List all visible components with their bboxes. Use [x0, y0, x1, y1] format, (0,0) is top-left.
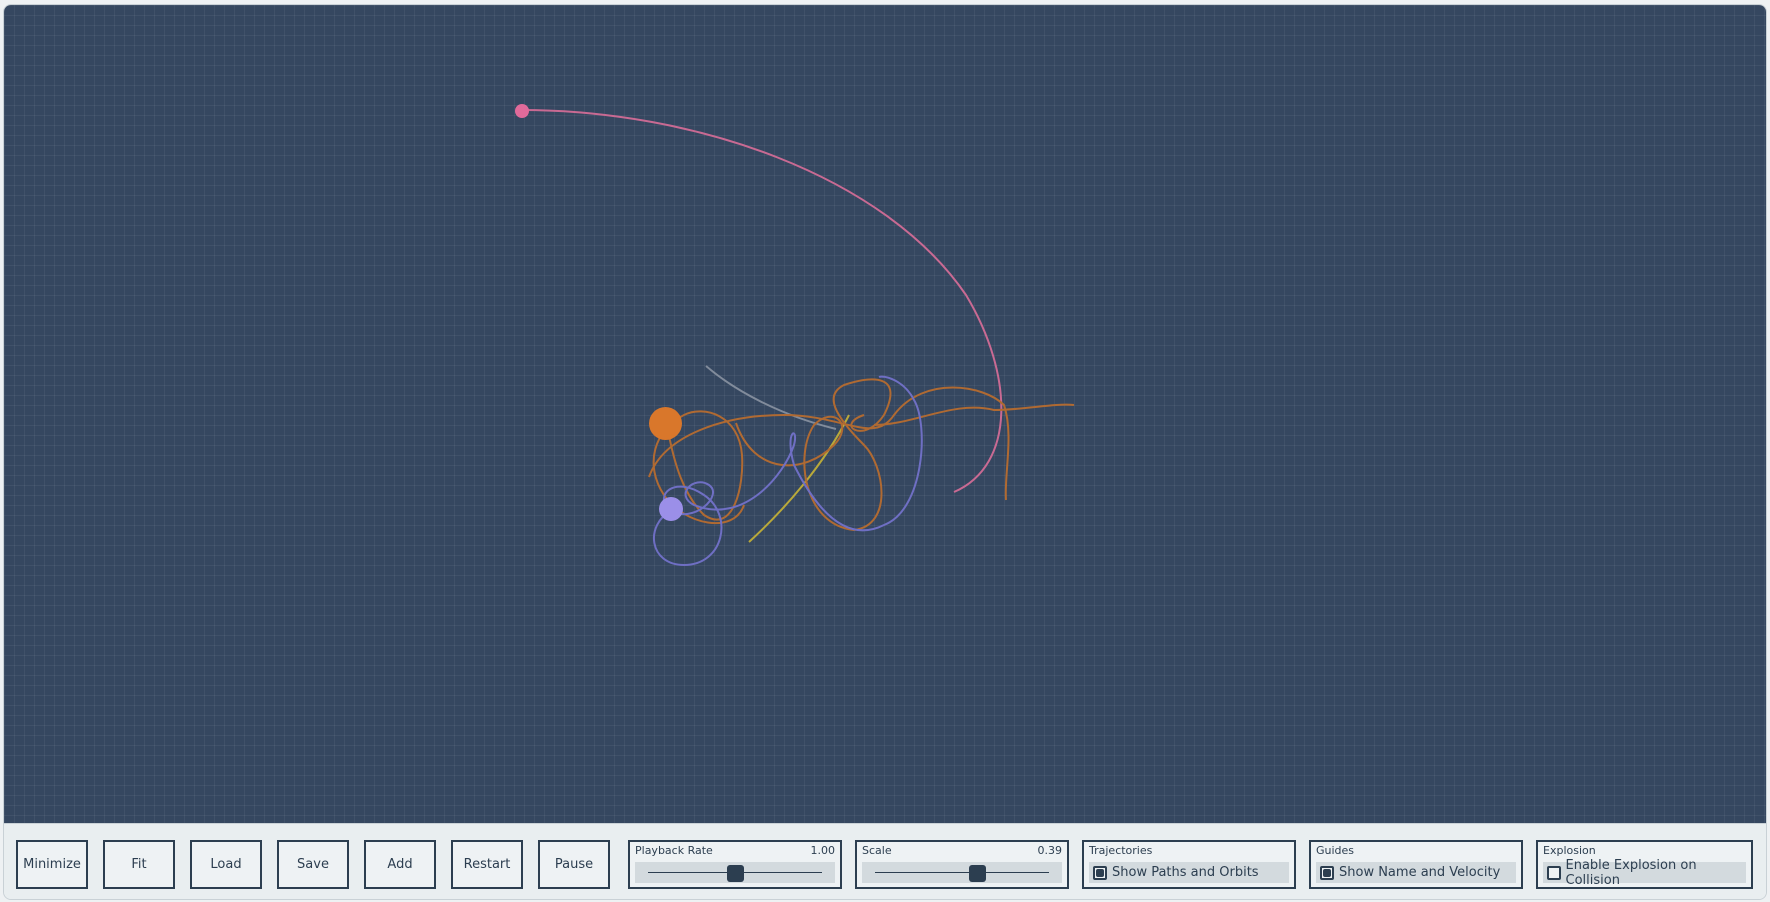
pause-button[interactable]: Pause: [538, 840, 610, 889]
trail-orange-4: [873, 403, 1075, 426]
violet-body[interactable]: [659, 497, 683, 521]
pink-body[interactable]: [515, 104, 529, 118]
restart-button[interactable]: Restart: [451, 840, 523, 889]
trail-orange-2: [735, 378, 892, 532]
explosion-checkbox[interactable]: [1547, 865, 1561, 880]
simulation-canvas[interactable]: [4, 5, 1766, 823]
trail-pink: [520, 109, 1003, 493]
explosion-label: Explosion: [1543, 844, 1596, 857]
trail-blue-1: [652, 375, 923, 567]
trajectories-panel: Trajectories Show Paths and Orbits: [1082, 840, 1296, 889]
playback-rate-value: 1.00: [810, 844, 836, 857]
trajectories-option[interactable]: Show Paths and Orbits: [1089, 862, 1289, 883]
app-frame: Minimize Fit Load Save Add Restart Pause…: [3, 4, 1767, 900]
trajectories-option-label: Show Paths and Orbits: [1112, 865, 1259, 880]
control-toolbar: Minimize Fit Load Save Add Restart Pause…: [4, 823, 1766, 899]
guides-checkbox[interactable]: [1320, 865, 1334, 880]
scale-thumb[interactable]: [969, 865, 987, 882]
trajectories-label: Trajectories: [1089, 844, 1153, 857]
explosion-panel: Explosion Enable Explosion on Collision: [1536, 840, 1753, 889]
scale-value: 0.39: [1037, 844, 1063, 857]
load-button[interactable]: Load: [190, 840, 262, 889]
guides-label: Guides: [1316, 844, 1355, 857]
fit-button[interactable]: Fit: [103, 840, 175, 889]
guides-option[interactable]: Show Name and Velocity: [1316, 862, 1516, 883]
orange-body[interactable]: [649, 407, 682, 440]
playback-rate-slider[interactable]: [635, 862, 835, 883]
guides-option-label: Show Name and Velocity: [1339, 865, 1501, 880]
explosion-option-label: Enable Explosion on Collision: [1565, 857, 1697, 888]
save-button[interactable]: Save: [277, 840, 349, 889]
playback-rate-label: Playback Rate: [635, 844, 713, 857]
trajectory-layer: [520, 109, 1075, 567]
guides-panel: Guides Show Name and Velocity: [1309, 840, 1523, 889]
explosion-option[interactable]: Enable Explosion on Collision: [1543, 858, 1746, 888]
scale-label: Scale: [862, 844, 892, 857]
scale-panel: Scale 0.39: [855, 840, 1069, 889]
playback-rate-thumb[interactable]: [726, 865, 744, 882]
scale-slider[interactable]: [862, 862, 1062, 883]
add-button[interactable]: Add: [364, 840, 436, 889]
minimize-button[interactable]: Minimize: [16, 840, 88, 889]
playback-rate-panel: Playback Rate 1.00: [628, 840, 842, 889]
scale-track: [875, 872, 1049, 873]
trajectories-checkbox[interactable]: [1093, 865, 1107, 880]
